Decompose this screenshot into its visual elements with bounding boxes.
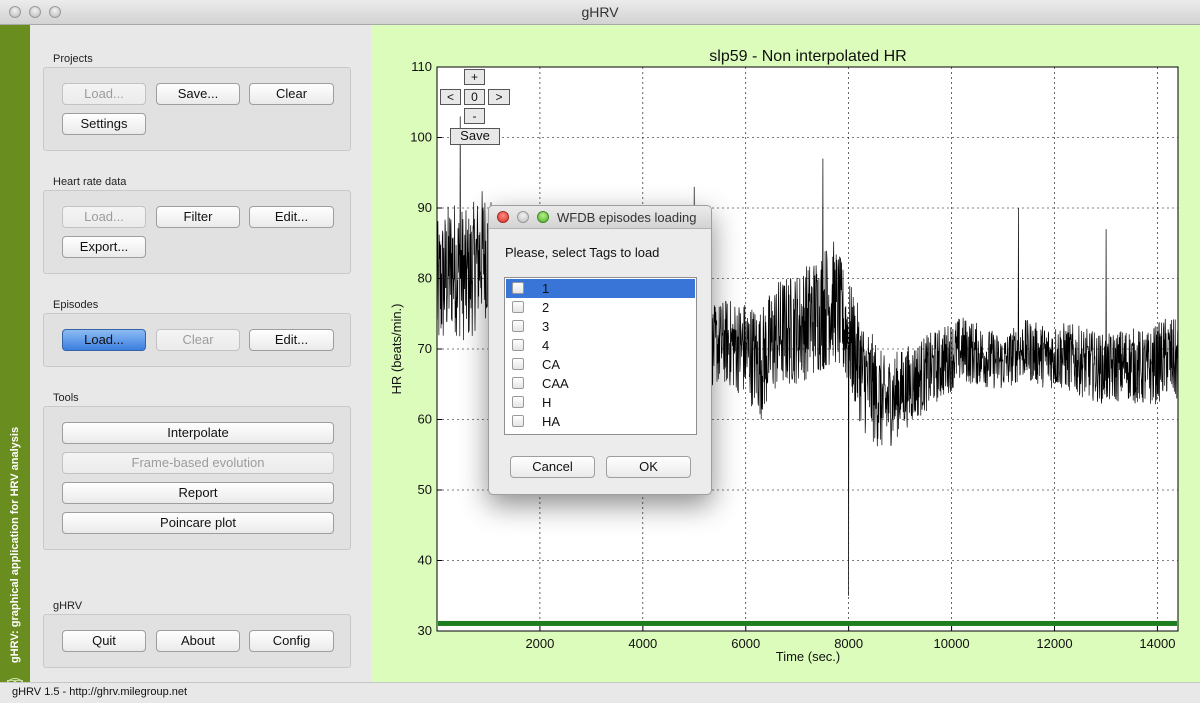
status-text: gHRV 1.5 - http://ghrv.milegroup.net bbox=[12, 686, 188, 698]
frame-based-evolution-button[interactable]: Frame-based evolution bbox=[62, 452, 334, 474]
projects-group bbox=[43, 67, 351, 151]
window-title: gHRV bbox=[581, 4, 619, 20]
config-button[interactable]: Config bbox=[249, 630, 334, 652]
zoom-out-button[interactable]: - bbox=[464, 108, 485, 124]
tag-checkbox[interactable] bbox=[512, 282, 524, 294]
export-button[interactable]: Export... bbox=[62, 236, 146, 258]
tag-label: HA bbox=[542, 414, 561, 429]
projects-group-label: Projects bbox=[53, 53, 93, 65]
pan-left-button[interactable]: < bbox=[440, 89, 461, 105]
dialog-zoom-icon[interactable] bbox=[537, 211, 549, 223]
heart-rate-edit-button[interactable]: Edit... bbox=[249, 206, 334, 228]
tag-label: CAA bbox=[542, 376, 569, 391]
tag-label: 1 bbox=[542, 281, 550, 296]
tag-checkbox[interactable] bbox=[512, 339, 524, 351]
dialog-cancel-button[interactable]: Cancel bbox=[510, 456, 595, 478]
x-tick-label: 14000 bbox=[1139, 636, 1175, 651]
x-axis-label: Time (sec.) bbox=[776, 649, 841, 664]
y-tick-label: 80 bbox=[418, 271, 432, 286]
x-tick-label: 10000 bbox=[934, 636, 970, 651]
y-tick-label: 40 bbox=[418, 553, 432, 568]
y-axis-label: HR (beats/min.) bbox=[389, 303, 404, 394]
plot-save-button[interactable]: Save bbox=[450, 128, 500, 145]
pan-position-value: 0 bbox=[464, 89, 485, 105]
tag-label: CA bbox=[542, 357, 561, 372]
interpolate-button[interactable]: Interpolate bbox=[62, 422, 334, 444]
filter-button[interactable]: Filter bbox=[156, 206, 240, 228]
dialog-close-icon[interactable] bbox=[497, 211, 509, 223]
poincare-plot-button[interactable]: Poincare plot bbox=[62, 512, 334, 534]
heart-rate-group bbox=[43, 190, 351, 274]
episodes-clear-button[interactable]: Clear bbox=[156, 329, 240, 351]
tag-label: H bbox=[542, 395, 552, 410]
control-panel: Projects Load... Save... Clear Settings … bbox=[30, 25, 371, 682]
tag-list-item[interactable]: H bbox=[506, 393, 695, 412]
tag-checkbox[interactable] bbox=[512, 320, 524, 332]
tag-checkbox[interactable] bbox=[512, 358, 524, 370]
dialog-title: WFDB episodes loading bbox=[557, 210, 697, 225]
tag-checkbox[interactable] bbox=[512, 415, 524, 427]
tag-checkbox[interactable] bbox=[512, 396, 524, 408]
episodes-group-label: Episodes bbox=[53, 299, 99, 311]
settings-button[interactable]: Settings bbox=[62, 113, 146, 135]
zoom-in-button[interactable]: + bbox=[464, 69, 485, 85]
y-tick-label: 90 bbox=[418, 200, 432, 215]
tag-label: 4 bbox=[542, 338, 550, 353]
quit-button[interactable]: Quit bbox=[62, 630, 146, 652]
tag-list-item[interactable]: 1 bbox=[506, 279, 695, 298]
heart-rate-group-label: Heart rate data bbox=[53, 176, 127, 188]
y-tick-label: 70 bbox=[418, 341, 432, 356]
tag-checkbox[interactable] bbox=[512, 377, 524, 389]
episode-bar bbox=[438, 620, 1177, 626]
episodes-load-button[interactable]: Load... bbox=[62, 329, 146, 351]
x-tick-label: 6000 bbox=[731, 636, 760, 651]
tag-checkbox[interactable] bbox=[512, 301, 524, 313]
tag-list-item[interactable]: CA bbox=[506, 355, 695, 374]
y-tick-label: 50 bbox=[418, 482, 432, 497]
chart-title: slp59 - Non interpolated HR bbox=[709, 48, 906, 65]
projects-clear-button[interactable]: Clear bbox=[249, 83, 334, 105]
pan-right-button[interactable]: > bbox=[488, 89, 510, 105]
episodes-edit-button[interactable]: Edit... bbox=[249, 329, 334, 351]
dialog-prompt: Please, select Tags to load bbox=[505, 245, 660, 260]
report-button[interactable]: Report bbox=[62, 482, 334, 504]
wfdb-episodes-dialog: WFDB episodes loading Please, select Tag… bbox=[488, 205, 712, 495]
tag-list-item[interactable]: 4 bbox=[506, 336, 695, 355]
projects-save-button[interactable]: Save... bbox=[156, 83, 240, 105]
tag-list-item[interactable]: CAA bbox=[506, 374, 695, 393]
window-titlebar: gHRV bbox=[0, 0, 1200, 25]
y-tick-label: 60 bbox=[418, 412, 432, 427]
x-tick-label: 2000 bbox=[525, 636, 554, 651]
app-sidebar-strip: gHRV: graphical application for HRV anal… bbox=[0, 25, 30, 698]
tag-list-item[interactable]: 3 bbox=[506, 317, 695, 336]
y-tick-label: 100 bbox=[410, 130, 432, 145]
heart-rate-load-button[interactable]: Load... bbox=[62, 206, 146, 228]
dialog-minimize-icon bbox=[517, 211, 529, 223]
dialog-ok-button[interactable]: OK bbox=[606, 456, 691, 478]
tag-list-item[interactable]: HA bbox=[506, 412, 695, 431]
tag-label: 2 bbox=[542, 300, 550, 315]
x-tick-label: 12000 bbox=[1036, 636, 1072, 651]
y-tick-label: 30 bbox=[418, 623, 432, 638]
tag-label: 3 bbox=[542, 319, 550, 334]
x-tick-label: 4000 bbox=[628, 636, 657, 651]
tags-listbox[interactable]: 1 2 3 4 CA CAA H HA bbox=[504, 277, 697, 435]
dialog-titlebar: WFDB episodes loading bbox=[489, 206, 711, 229]
y-tick-label: 110 bbox=[411, 59, 432, 74]
tools-group-label: Tools bbox=[53, 392, 79, 404]
tag-list-item[interactable]: 2 bbox=[506, 298, 695, 317]
projects-load-button[interactable]: Load... bbox=[62, 83, 146, 105]
app-tagline: gHRV: graphical application for HRV anal… bbox=[9, 426, 21, 664]
ghrv-group-label: gHRV bbox=[53, 600, 83, 612]
status-bar: gHRV 1.5 - http://ghrv.milegroup.net bbox=[0, 682, 1200, 703]
about-button[interactable]: About bbox=[156, 630, 240, 652]
